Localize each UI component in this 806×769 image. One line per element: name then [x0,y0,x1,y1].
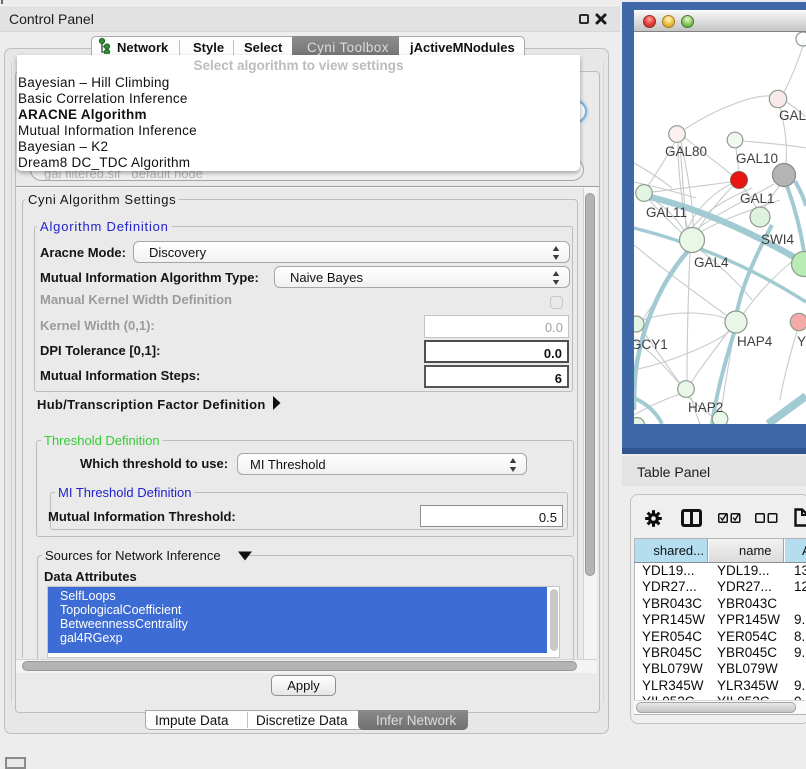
svg-text:GCY1: GCY1 [634,337,668,352]
svg-text:HAP2: HAP2 [688,400,723,415]
svg-text:YM: YM [797,334,806,349]
svg-text:SWI4: SWI4 [761,232,794,247]
svg-text:GAL11: GAL11 [646,205,687,220]
svg-text:GAL1: GAL1 [740,191,775,206]
svg-text:GAL2: GAL2 [779,108,806,123]
svg-text:GAL80: GAL80 [665,144,707,159]
svg-text:HAP4: HAP4 [737,334,773,349]
svg-text:GAL10: GAL10 [736,151,778,166]
svg-text:GAL4: GAL4 [694,255,729,270]
